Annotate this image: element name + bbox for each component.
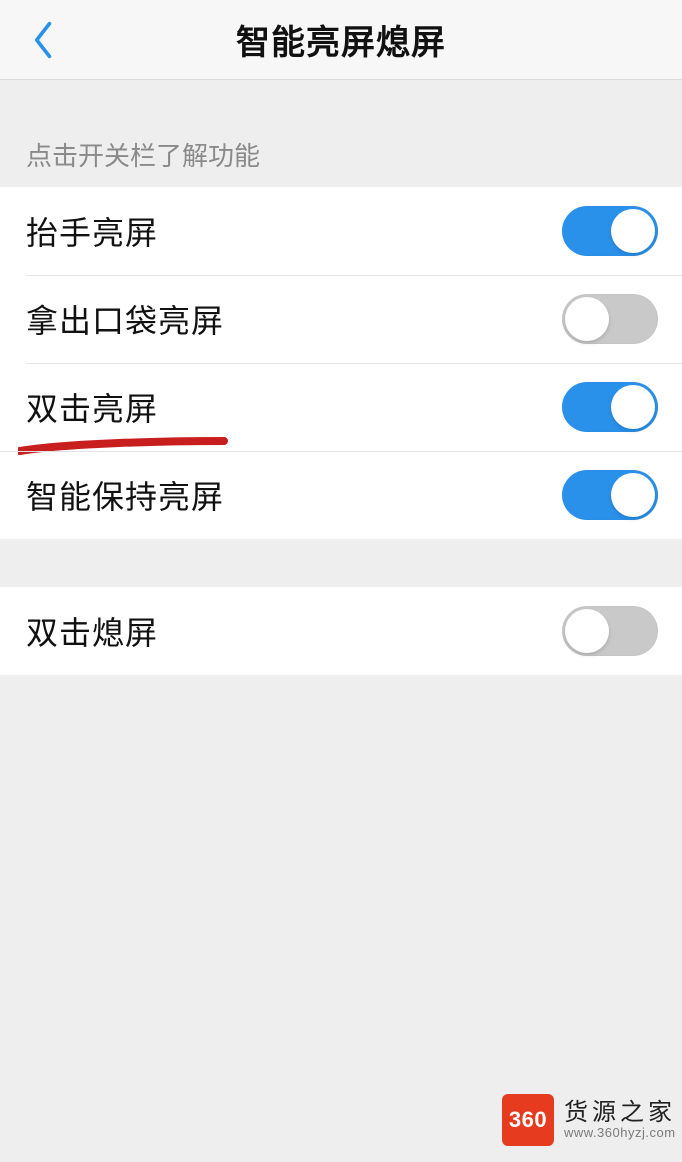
watermark: 360 货源之家 www.360hyzj.com <box>502 1094 676 1146</box>
watermark-title: 货源之家 <box>564 1099 676 1127</box>
watermark-url: www.360hyzj.com <box>564 1126 676 1141</box>
section-hint: 点击开关栏了解功能 <box>0 80 682 187</box>
watermark-text: 货源之家 www.360hyzj.com <box>564 1099 676 1142</box>
toggle-switch[interactable] <box>562 606 658 656</box>
page-title: 智能亮屏熄屏 <box>236 15 446 64</box>
toggle-knob <box>565 609 609 653</box>
settings-row[interactable]: 抬手亮屏 <box>0 187 682 275</box>
toggle-knob <box>565 297 609 341</box>
settings-group-2: 双击熄屏 <box>0 587 682 675</box>
settings-group-1: 抬手亮屏拿出口袋亮屏双击亮屏智能保持亮屏 <box>0 187 682 539</box>
settings-row[interactable]: 智能保持亮屏 <box>0 451 682 539</box>
settings-row[interactable]: 双击亮屏 <box>0 363 682 451</box>
row-label: 抬手亮屏 <box>26 208 158 254</box>
toggle-knob <box>611 209 655 253</box>
toggle-knob <box>611 385 655 429</box>
row-label: 双击熄屏 <box>26 608 158 654</box>
toggle-switch[interactable] <box>562 470 658 520</box>
row-label: 拿出口袋亮屏 <box>26 296 224 342</box>
settings-row[interactable]: 拿出口袋亮屏 <box>0 275 682 363</box>
chevron-left-icon <box>33 20 55 60</box>
toggle-knob <box>611 473 655 517</box>
group-gap <box>0 539 682 587</box>
back-button[interactable] <box>22 18 66 62</box>
row-label: 智能保持亮屏 <box>26 472 224 518</box>
header-bar: 智能亮屏熄屏 <box>0 0 682 80</box>
toggle-switch[interactable] <box>562 206 658 256</box>
toggle-switch[interactable] <box>562 294 658 344</box>
settings-row[interactable]: 双击熄屏 <box>0 587 682 675</box>
toggle-switch[interactable] <box>562 382 658 432</box>
row-label: 双击亮屏 <box>26 384 158 430</box>
watermark-badge: 360 <box>502 1094 554 1146</box>
